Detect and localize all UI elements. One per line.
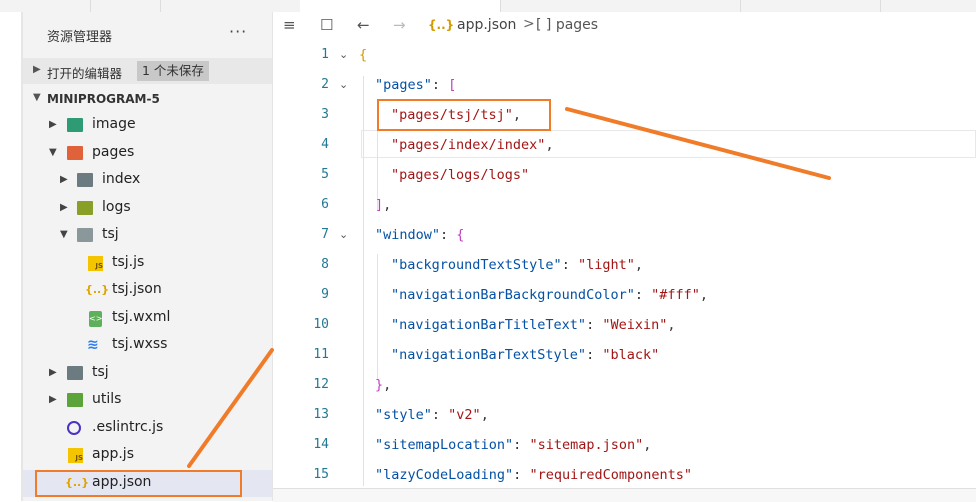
annotation-stroke-tree [187, 348, 274, 468]
annotation-stroke-code [565, 107, 831, 180]
annotation-strokes [187, 107, 831, 468]
